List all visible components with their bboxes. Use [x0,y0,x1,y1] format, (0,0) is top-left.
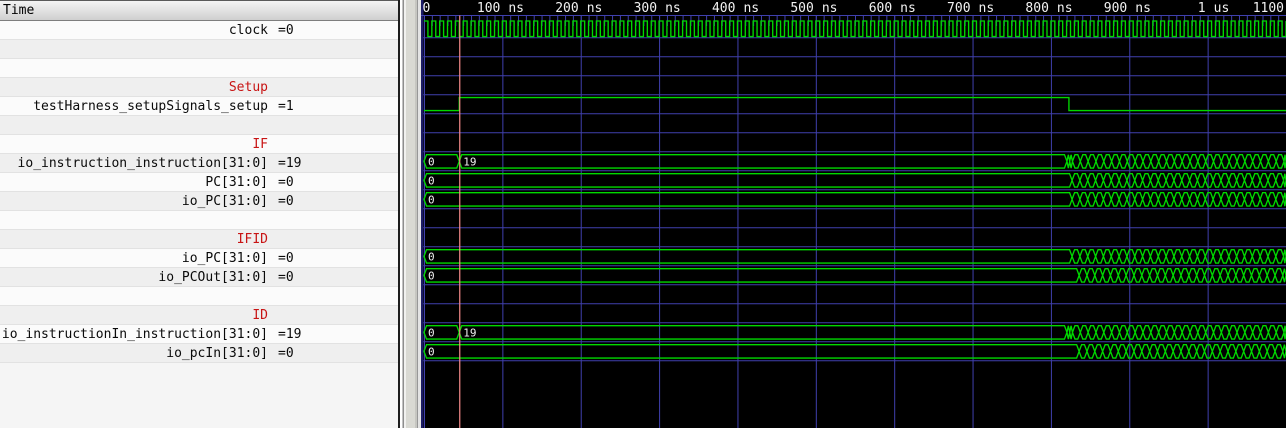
time-header: Time [0,0,398,21]
group-row-ifid[interactable]: IFID [0,230,398,249]
signal-value-label: =0 [278,173,294,192]
wave-left-border [421,0,424,428]
signal-value-label: =0 [278,268,294,287]
bus-value-label: 0 [428,345,435,358]
bus-value-label: 0 [428,250,435,263]
timeline-tick-unit: ns [587,1,603,16]
blank-row[interactable] [0,116,398,135]
signal-value-label: =0 [278,344,294,363]
timeline-tick-label: 500 [790,1,813,16]
group-row-setup[interactable]: Setup [0,78,398,97]
bus-value-label: 0 [428,269,435,282]
signal-name-label: testHarness_setupSignals_setup [33,97,268,116]
bus-value-label: 19 [463,326,476,339]
timeline-tick-unit: us [1214,1,1230,16]
signal-row-io-pc-31-0-[interactable]: io_PC[31:0] =0 [0,192,398,211]
bus-value-label: 0 [428,193,435,206]
group-row-id[interactable]: ID [0,306,398,325]
timeline-tick-label: 800 [1025,1,1048,16]
waveform-canvas[interactable]: 0100ns200ns300ns400ns500ns600ns700ns800n… [421,0,1286,428]
signal-row-io-instruction-instruction-31-0-[interactable]: io_instruction_instruction[31:0] =19 [0,154,398,173]
timeline-tick-label: 1 [1198,1,1206,16]
bus-value-label: 19 [463,155,476,168]
timeline-tick-label: 600 [869,1,892,16]
timeline-tick-unit: ns [508,1,524,16]
group-label: IF [252,135,268,154]
group-label: Setup [229,78,268,97]
signal-row-io-pcin-31-0-[interactable]: io_pcIn[31:0] =0 [0,344,398,363]
signal-value-label: =0 [278,249,294,268]
signal-value-label: =0 [278,21,294,40]
timeline-tick-unit: ns [900,1,916,16]
signal-rows-container: clock =0 SetuptestHarness_setupSignals_set… [0,21,398,363]
signal-row-testharness-setupsignals-setup[interactable]: testHarness_setupSignals_setup =1 [0,97,398,116]
bus-value-label: 0 [428,155,435,168]
signal-name-label: io_pcIn[31:0] [166,344,268,363]
timeline-tick-unit: ns [1057,1,1073,16]
signal-row-io-instructionin-instruction-31-0-[interactable]: io_instructionIn_instruction[31:0] =19 [0,325,398,344]
timeline-tick-label: 400 [712,1,735,16]
signal-row-io-pcout-31-0-[interactable]: io_PCOut[31:0] =0 [0,268,398,287]
clock-wave [424,21,1286,37]
group-row-if[interactable]: IF [0,135,398,154]
timeline-tick-label: 1100 [1253,1,1284,16]
timeline-tick-unit: ns [979,1,995,16]
signal-value-label: =19 [278,154,301,173]
timeline-tick-label: 900 [1104,1,1127,16]
signal-name-label: io_instruction_instruction[31:0] [18,154,268,173]
timeline-tick-label: 700 [947,1,970,16]
group-label: IFID [237,230,268,249]
timeline-tick-label: 200 [555,1,578,16]
timeline-tick-unit: ns [822,1,838,16]
bus-value-label: 0 [428,326,435,339]
timeline-tick-label: 300 [634,1,657,16]
blank-row[interactable] [0,59,398,78]
blank-row[interactable] [0,211,398,230]
signal-name-label: io_PCOut[31:0] [158,268,268,287]
timeline-tick-unit: ns [743,1,759,16]
group-label: ID [252,306,268,325]
blank-row[interactable] [0,287,398,306]
timeline-tick-label: 0 [423,1,431,16]
timeline-tick-unit: ns [665,1,681,16]
signal-name-label: io_PC[31:0] [182,192,268,211]
signal-name-label: io_instructionIn_instruction[31:0] [2,325,268,344]
wave-background [421,0,1286,428]
blank-row[interactable] [0,40,398,59]
signal-name-label: io_PC[31:0] [182,249,268,268]
signal-value-label: =1 [278,97,294,116]
signal-row-io-pc-31-0-[interactable]: io_PC[31:0] =0 [0,249,398,268]
signal-value-label: =0 [278,192,294,211]
pane-divider[interactable] [400,0,421,428]
signal-row-clock[interactable]: clock =0 [0,21,398,40]
timeline-tick-label: 100 [477,1,500,16]
signal-row-pc-31-0-[interactable]: PC[31:0] =0 [0,173,398,192]
signal-value-label: =19 [278,325,301,344]
signal-name-label: clock [229,21,268,40]
signal-names-panel: Time clock =0 SetuptestHarness_setupSignal… [0,0,400,428]
bus-value-label: 0 [428,174,435,187]
timeline-tick-unit: ns [1135,1,1151,16]
signal-name-label: PC[31:0] [205,173,268,192]
